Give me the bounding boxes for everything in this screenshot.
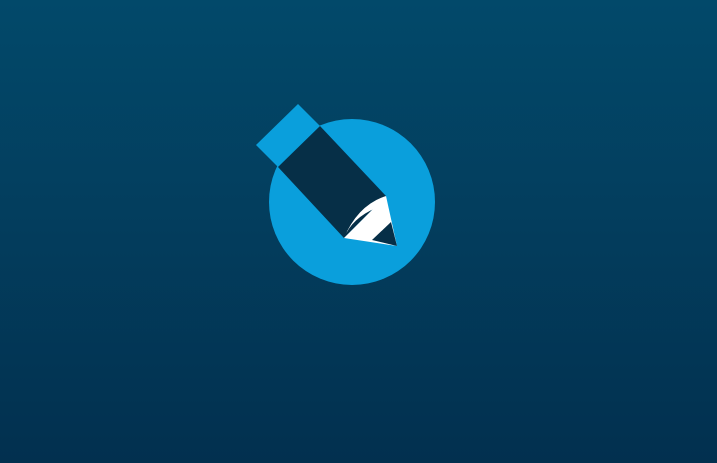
pencil-in-circle-icon [256,104,435,285]
splash-screen [0,0,717,463]
